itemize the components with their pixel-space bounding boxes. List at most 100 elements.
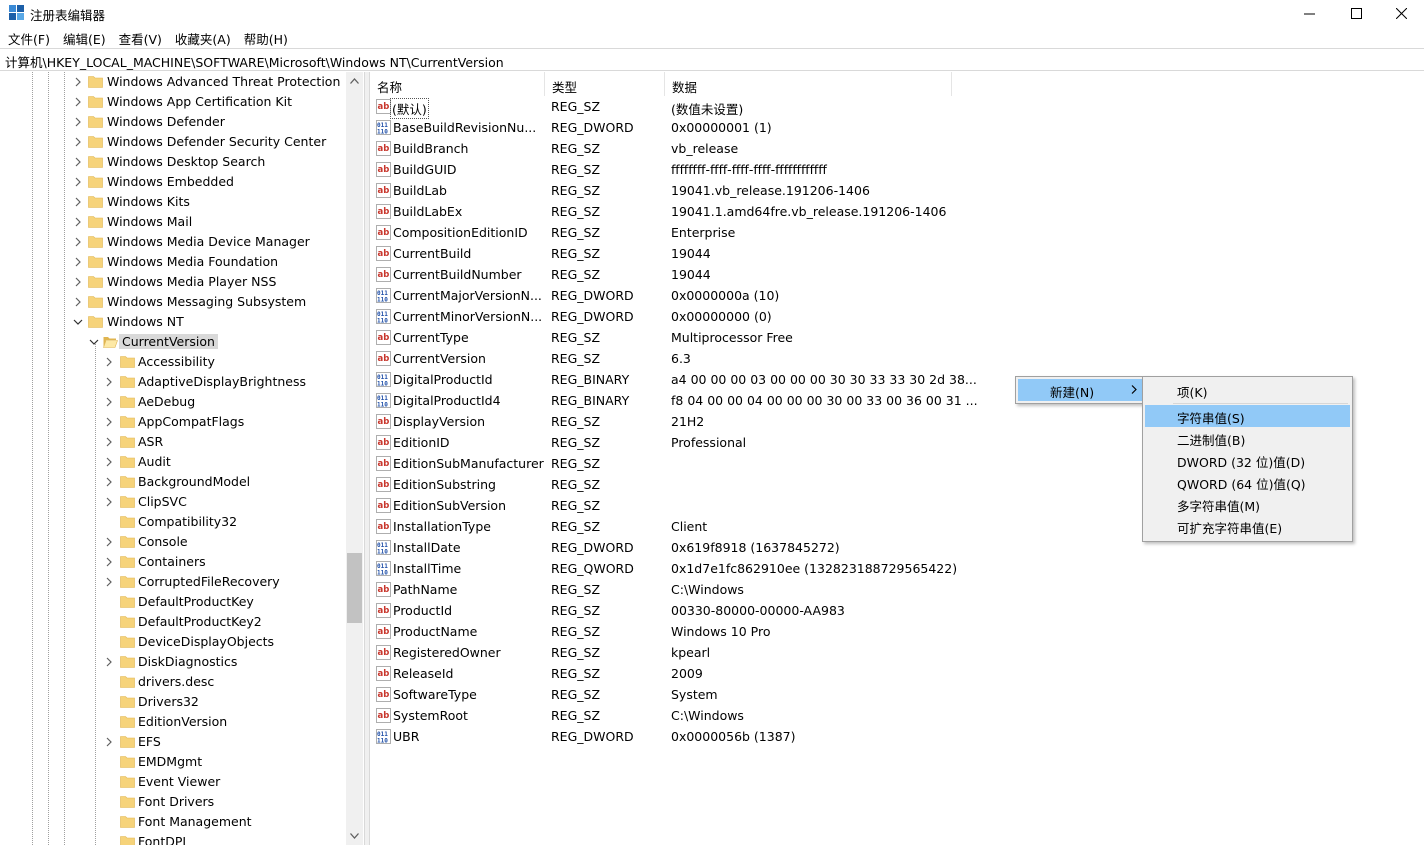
- table-row[interactable]: ab (默认) REG_SZ (数值未设置): [370, 96, 1424, 119]
- table-row[interactable]: ab CurrentType REG_SZ Multiprocessor Free: [370, 327, 1424, 348]
- tree-item[interactable]: Windows Kits: [0, 192, 346, 212]
- tree-item[interactable]: Accessibility: [0, 352, 346, 372]
- table-row[interactable]: 011 110 CurrentMinorVersionN... REG_DWORD 0x…: [370, 306, 1424, 327]
- chevron-right-icon[interactable]: [104, 457, 114, 467]
- scroll-thumb[interactable]: [347, 553, 362, 623]
- chevron-right-icon[interactable]: [73, 77, 83, 87]
- chevron-right-icon[interactable]: [104, 557, 114, 567]
- chevron-down-icon[interactable]: [89, 337, 99, 347]
- chevron-right-icon[interactable]: [73, 237, 83, 247]
- chevron-down-icon[interactable]: [73, 317, 83, 327]
- tree-item[interactable]: FontDPI: [0, 832, 346, 845]
- menu-favorites[interactable]: 收藏夹(A): [170, 27, 236, 47]
- tree-item[interactable]: EFS: [0, 732, 346, 752]
- tree-item[interactable]: DefaultProductKey: [0, 592, 346, 612]
- tree-item[interactable]: Windows Mail: [0, 212, 346, 232]
- table-row[interactable]: 011 110 UBR REG_DWORD 0x0000056b (1387): [370, 726, 1424, 747]
- submenu-item[interactable]: QWORD (64 位)值(Q): [1145, 471, 1350, 493]
- chevron-right-icon[interactable]: [73, 177, 83, 187]
- tree-item[interactable]: BackgroundModel: [0, 472, 346, 492]
- tree-item[interactable]: Containers: [0, 552, 346, 572]
- table-row[interactable]: ab SystemRoot REG_SZ C:\Windows: [370, 705, 1424, 726]
- chevron-right-icon[interactable]: [104, 497, 114, 507]
- tree-item[interactable]: Event Viewer: [0, 772, 346, 792]
- close-button[interactable]: [1378, 0, 1424, 26]
- table-row[interactable]: ab ProductId REG_SZ 00330-80000-00000-AA983: [370, 600, 1424, 621]
- tree-item[interactable]: Console: [0, 532, 346, 552]
- tree-item[interactable]: AdaptiveDisplayBrightness: [0, 372, 346, 392]
- maximize-button[interactable]: [1333, 0, 1379, 26]
- tree-item[interactable]: Compatibility32: [0, 512, 346, 532]
- submenu-item[interactable]: 二进制值(B): [1145, 427, 1350, 449]
- menu-file[interactable]: 文件(F): [3, 27, 55, 47]
- tree-item[interactable]: Windows Messaging Subsystem: [0, 292, 346, 312]
- chevron-right-icon[interactable]: [73, 137, 83, 147]
- menu-edit[interactable]: 编辑(E): [58, 27, 111, 47]
- chevron-right-icon[interactable]: [104, 477, 114, 487]
- table-row[interactable]: ab PathName REG_SZ C:\Windows: [370, 579, 1424, 600]
- tree-item[interactable]: Windows Media Foundation: [0, 252, 346, 272]
- chevron-right-icon[interactable]: [104, 377, 114, 387]
- tree-item[interactable]: EMDMgmt: [0, 752, 346, 772]
- submenu-item[interactable]: 字符串值(S): [1145, 405, 1350, 427]
- tree-item[interactable]: Windows Desktop Search: [0, 152, 346, 172]
- menu-help[interactable]: 帮助(H): [239, 27, 293, 47]
- chevron-right-icon[interactable]: [104, 737, 114, 747]
- tree-item[interactable]: Drivers32: [0, 692, 346, 712]
- tree-item[interactable]: CorruptedFileRecovery: [0, 572, 346, 592]
- chevron-right-icon[interactable]: [104, 437, 114, 447]
- minimize-button[interactable]: [1286, 0, 1332, 26]
- chevron-right-icon[interactable]: [104, 537, 114, 547]
- tree-item[interactable]: ASR: [0, 432, 346, 452]
- tree-item[interactable]: DiskDiagnostics: [0, 652, 346, 672]
- tree-item[interactable]: EditionVersion: [0, 712, 346, 732]
- tree-item[interactable]: DeviceDisplayObjects: [0, 632, 346, 652]
- chevron-right-icon[interactable]: [73, 197, 83, 207]
- column-header-type[interactable]: 类型: [545, 72, 665, 96]
- table-row[interactable]: ab RegisteredOwner REG_SZ kpearl: [370, 642, 1424, 663]
- column-header-name[interactable]: 名称: [370, 72, 545, 96]
- table-row[interactable]: ab BuildLab REG_SZ 19041.vb_release.191206-…: [370, 180, 1424, 201]
- table-row[interactable]: ab CurrentBuildNumber REG_SZ 19044: [370, 264, 1424, 285]
- submenu-item[interactable]: 多字符串值(M): [1145, 493, 1350, 515]
- table-row[interactable]: ab BuildLabEx REG_SZ 19041.1.amd64fre.vb_re…: [370, 201, 1424, 222]
- submenu-item[interactable]: 项(K): [1145, 379, 1350, 401]
- scroll-down-button[interactable]: [346, 827, 363, 844]
- chevron-right-icon[interactable]: [73, 277, 83, 287]
- chevron-right-icon[interactable]: [73, 297, 83, 307]
- tree-item[interactable]: Windows Media Device Manager: [0, 232, 346, 252]
- menu-view[interactable]: 查看(V): [114, 27, 167, 47]
- tree-item[interactable]: Windows NT: [0, 312, 346, 332]
- context-menu-new[interactable]: 新建(N): [1018, 379, 1145, 401]
- table-row[interactable]: 011 110 CurrentMajorVersionN... REG_DWORD 0x…: [370, 285, 1424, 306]
- chevron-right-icon[interactable]: [104, 577, 114, 587]
- tree-item[interactable]: Font Management: [0, 812, 346, 832]
- table-row[interactable]: ab SoftwareType REG_SZ System: [370, 684, 1424, 705]
- table-row[interactable]: ab BuildGUID REG_SZ ffffffff-ffff-ffff-ffff…: [370, 159, 1424, 180]
- table-row[interactable]: ab CompositionEditionID REG_SZ Enterprise: [370, 222, 1424, 243]
- tree-item[interactable]: AppCompatFlags: [0, 412, 346, 432]
- chevron-right-icon[interactable]: [104, 357, 114, 367]
- tree-item[interactable]: CurrentVersion: [0, 332, 346, 352]
- tree-item[interactable]: Audit: [0, 452, 346, 472]
- table-row[interactable]: ab ReleaseId REG_SZ 2009: [370, 663, 1424, 684]
- chevron-right-icon[interactable]: [73, 117, 83, 127]
- chevron-right-icon[interactable]: [104, 417, 114, 427]
- address-bar[interactable]: 计算机\HKEY_LOCAL_MACHINE\SOFTWARE\Microsof…: [0, 48, 1424, 71]
- tree-scrollbar[interactable]: [346, 72, 363, 845]
- tree-item[interactable]: drivers.desc: [0, 672, 346, 692]
- submenu-item[interactable]: 可扩充字符串值(E): [1145, 515, 1350, 537]
- table-row[interactable]: 011 110 BaseBuildRevisionNu... REG_DWORD 0x0…: [370, 117, 1424, 138]
- tree-item[interactable]: Windows Defender Security Center: [0, 132, 346, 152]
- submenu-item[interactable]: DWORD (32 位)值(D): [1145, 449, 1350, 471]
- chevron-right-icon[interactable]: [73, 97, 83, 107]
- tree-item[interactable]: ClipSVC: [0, 492, 346, 512]
- tree-item[interactable]: Windows Media Player NSS: [0, 272, 346, 292]
- tree-item[interactable]: Font Drivers: [0, 792, 346, 812]
- tree-item[interactable]: Windows Defender: [0, 112, 346, 132]
- tree-item[interactable]: Windows Advanced Threat Protection: [0, 72, 346, 92]
- chevron-right-icon[interactable]: [73, 217, 83, 227]
- tree-item[interactable]: Windows Embedded: [0, 172, 346, 192]
- chevron-right-icon[interactable]: [104, 657, 114, 667]
- tree-item[interactable]: AeDebug: [0, 392, 346, 412]
